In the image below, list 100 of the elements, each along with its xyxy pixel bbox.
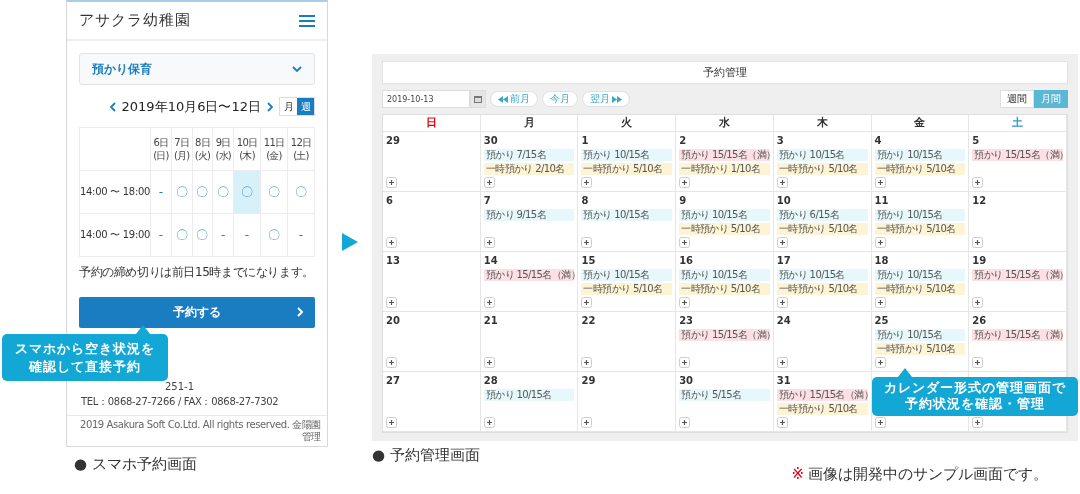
booking-entry[interactable]: 預かり 10/15名 <box>581 149 673 161</box>
add-icon[interactable] <box>483 237 495 248</box>
availability-cell[interactable]: - <box>233 213 261 257</box>
booking-entry[interactable]: 預かり 10/15名 <box>581 269 673 281</box>
reserve-button[interactable]: 予約する <box>79 297 315 328</box>
add-icon[interactable] <box>874 177 886 188</box>
availability-cell[interactable]: 〇 <box>171 170 193 214</box>
add-icon[interactable] <box>972 357 984 368</box>
booking-entry[interactable]: 一時預かり 5/10名 <box>776 163 868 175</box>
booking-entry[interactable]: 預かり 10/15名 <box>874 329 966 341</box>
booking-entry[interactable]: 一時預かり 2/10名 <box>483 163 575 175</box>
add-icon[interactable] <box>581 177 593 188</box>
service-select[interactable]: 預かり保育 <box>79 53 315 85</box>
booking-entry[interactable]: 一時預かり 5/10名 <box>874 343 966 355</box>
view-toggle[interactable]: 週間 <box>1000 90 1034 108</box>
booking-entry[interactable]: 預かり 10/15名 <box>874 209 966 221</box>
booking-entry[interactable]: 預かり 10/15名 <box>581 209 673 221</box>
add-icon[interactable] <box>581 417 593 428</box>
booking-entry[interactable]: 預かり 10/15名 <box>874 149 966 161</box>
booking-entry[interactable]: 預かり 9/15名 <box>483 209 575 221</box>
add-icon[interactable] <box>874 417 886 428</box>
add-icon[interactable] <box>386 177 397 188</box>
add-icon[interactable] <box>776 357 788 368</box>
add-icon[interactable] <box>386 417 397 428</box>
availability-cell[interactable]: 〇 <box>260 170 288 214</box>
menu-icon[interactable] <box>299 14 315 27</box>
booking-entry[interactable]: 預かり 15/15名（満） <box>972 149 1063 161</box>
booking-entry[interactable]: 預かり 10/15名 <box>776 149 868 161</box>
add-icon[interactable] <box>483 177 495 188</box>
booking-entry[interactable]: 預かり 10/15名 <box>679 209 770 221</box>
view-toggle[interactable]: 週 <box>297 98 314 115</box>
booking-entry[interactable]: 一時預かり 5/10名 <box>679 283 770 295</box>
availability-cell[interactable]: - <box>150 213 172 257</box>
booking-entry[interactable]: 預かり 15/15名（満） <box>483 269 575 281</box>
booking-entry[interactable]: 一時預かり 1/10名 <box>679 163 770 175</box>
booking-entry[interactable]: 一時預かり 5/10名 <box>776 403 868 415</box>
booking-entry[interactable]: 一時預かり 5/10名 <box>874 283 966 295</box>
add-icon[interactable] <box>679 237 691 248</box>
chevron-right-icon[interactable] <box>267 101 273 112</box>
add-icon[interactable] <box>386 237 397 248</box>
weekday-header: 金 <box>914 116 926 129</box>
booking-entry[interactable]: 一時預かり 5/10名 <box>581 283 673 295</box>
booking-entry[interactable]: 預かり 15/15名（満） <box>679 149 770 161</box>
add-icon[interactable] <box>874 237 886 248</box>
add-icon[interactable] <box>874 297 886 308</box>
add-icon[interactable] <box>581 237 593 248</box>
add-icon[interactable] <box>581 297 593 308</box>
add-icon[interactable] <box>679 417 691 428</box>
chevron-left-icon[interactable] <box>109 101 116 112</box>
add-icon[interactable] <box>386 297 397 308</box>
day-number: 10 <box>776 195 791 207</box>
booking-entry[interactable]: 預かり 6/15名 <box>776 209 868 221</box>
calendar-button[interactable] <box>470 90 486 108</box>
booking-entry[interactable]: 一時預かり 5/10名 <box>776 223 868 235</box>
booking-entry[interactable]: 預かり 10/15名 <box>679 269 770 281</box>
add-icon[interactable] <box>776 417 788 428</box>
booking-entry[interactable]: 預かり 5/15名 <box>679 389 770 401</box>
booking-entry[interactable]: 預かり 10/15名 <box>874 269 966 281</box>
add-icon[interactable] <box>483 417 495 428</box>
add-icon[interactable] <box>386 357 397 368</box>
add-icon[interactable] <box>679 177 691 188</box>
availability-cell[interactable]: 〇 <box>171 213 193 257</box>
booking-entry[interactable]: 一時預かり 5/10名 <box>581 163 673 175</box>
add-icon[interactable] <box>776 177 788 188</box>
add-icon[interactable] <box>972 417 984 428</box>
availability-cell[interactable]: 〇 <box>260 213 288 257</box>
availability-cell[interactable]: - <box>287 213 315 257</box>
add-icon[interactable] <box>972 297 984 308</box>
add-icon[interactable] <box>972 237 984 248</box>
day-number: 1 <box>581 135 589 147</box>
availability-cell[interactable]: 〇 <box>192 170 213 214</box>
booking-entry[interactable]: 預かり 10/15名 <box>483 389 575 401</box>
date-field[interactable]: 2019-10-13 <box>382 90 470 108</box>
day-number: 17 <box>776 255 791 267</box>
availability-cell[interactable]: 〇 <box>192 213 213 257</box>
booking-entry[interactable]: 預かり 15/15名（満） <box>679 329 770 341</box>
availability-cell[interactable]: - <box>212 213 234 257</box>
booking-entry[interactable]: 預かり 15/15名（満） <box>972 329 1063 341</box>
day-number: 19 <box>972 255 987 267</box>
booking-entry[interactable]: 一時預かり 5/10名 <box>874 223 966 235</box>
add-icon[interactable] <box>874 357 886 368</box>
day-number: 22 <box>581 315 596 327</box>
booking-entry[interactable]: 預かり 10/15名 <box>776 269 868 281</box>
booking-entry[interactable]: 預かり 7/15名 <box>483 149 575 161</box>
availability-cell[interactable]: 〇 <box>287 170 315 214</box>
add-icon[interactable] <box>581 357 593 368</box>
add-icon[interactable] <box>776 237 788 248</box>
availability-cell[interactable]: - <box>150 170 172 214</box>
booking-entry[interactable]: 一時預かり 5/10名 <box>874 163 966 175</box>
availability-cell[interactable]: 〇 <box>212 170 234 214</box>
add-icon[interactable] <box>972 177 984 188</box>
add-icon[interactable] <box>483 357 495 368</box>
add-icon[interactable] <box>679 297 691 308</box>
add-icon[interactable] <box>483 297 495 308</box>
add-icon[interactable] <box>679 357 691 368</box>
booking-entry[interactable]: 預かり 15/15名（満） <box>972 269 1063 281</box>
booking-entry[interactable]: 一時預かり 5/10名 <box>679 223 770 235</box>
booking-entry[interactable]: 一時預かり 5/10名 <box>776 283 868 295</box>
booking-entry[interactable]: 預かり 15/15名（満） <box>776 389 868 401</box>
add-icon[interactable] <box>776 297 788 308</box>
